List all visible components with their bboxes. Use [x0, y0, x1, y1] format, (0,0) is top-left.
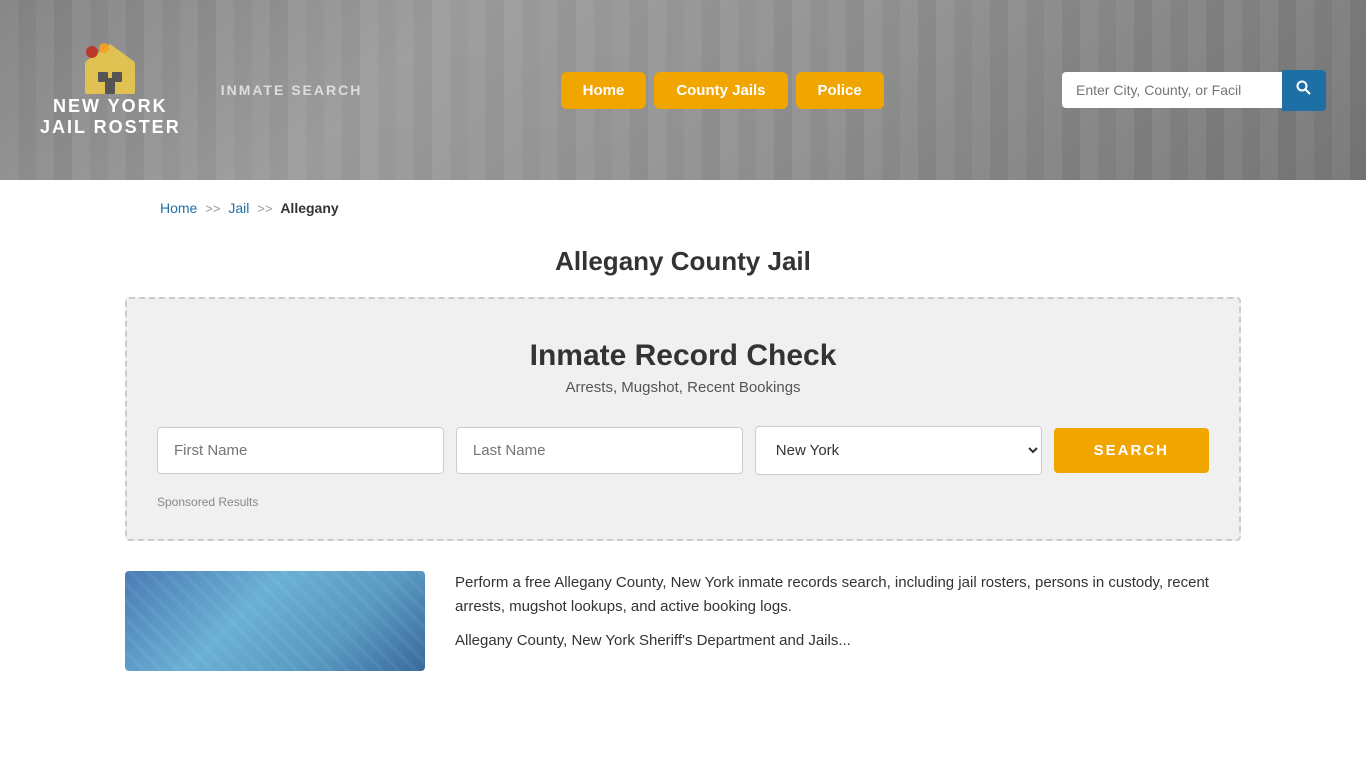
search-button[interactable]: SEARCH — [1054, 428, 1209, 473]
logo-text-new-york: NEW YORK — [53, 97, 168, 117]
description-text: Perform a free Allegany County, New York… — [455, 571, 1241, 619]
inmate-search-label: INMATE SEARCH — [221, 82, 363, 98]
logo-icon — [80, 42, 140, 97]
page-title-area: Allegany County Jail — [0, 236, 1366, 297]
header-search-area — [1062, 70, 1326, 111]
nav-area: Home County Jails Police — [422, 72, 1022, 109]
breadcrumb-sep1: >> — [205, 201, 220, 216]
nav-county-jails-button[interactable]: County Jails — [654, 72, 787, 109]
breadcrumb-jail[interactable]: Jail — [228, 200, 249, 216]
search-form-row: AlabamaAlaskaArizonaArkansasCaliforniaCo… — [157, 426, 1209, 475]
jail-image — [125, 571, 425, 671]
first-name-input[interactable] — [157, 427, 444, 474]
header-search-input[interactable] — [1062, 72, 1282, 108]
breadcrumb-home[interactable]: Home — [160, 200, 197, 216]
logo-area: NEW YORK JAIL ROSTER — [40, 42, 181, 138]
nav-home-button[interactable]: Home — [561, 72, 647, 109]
bottom-text-area: Perform a free Allegany County, New York… — [455, 571, 1241, 663]
second-line-text: Allegany County, New York Sheriff's Depa… — [455, 629, 1241, 653]
logo-text-jail-roster: JAIL ROSTER — [40, 117, 181, 138]
record-check-title: Inmate Record Check — [157, 339, 1209, 373]
record-check-box: Inmate Record Check Arrests, Mugshot, Re… — [125, 297, 1241, 541]
nav-police-button[interactable]: Police — [796, 72, 884, 109]
search-icon — [1296, 80, 1312, 96]
state-select[interactable]: AlabamaAlaskaArizonaArkansasCaliforniaCo… — [755, 426, 1042, 475]
breadcrumb-sep2: >> — [257, 201, 272, 216]
site-header: NEW YORK JAIL ROSTER INMATE SEARCH Home … — [0, 0, 1366, 180]
header-search-button[interactable] — [1282, 70, 1326, 111]
bottom-content-area: Perform a free Allegany County, New York… — [125, 571, 1241, 671]
sponsored-label: Sponsored Results — [157, 495, 1209, 509]
record-check-subtitle: Arrests, Mugshot, Recent Bookings — [157, 379, 1209, 396]
breadcrumb: Home >> Jail >> Allegany — [0, 180, 1366, 236]
last-name-input[interactable] — [456, 427, 743, 474]
page-title: Allegany County Jail — [0, 246, 1366, 277]
breadcrumb-current: Allegany — [280, 200, 338, 216]
